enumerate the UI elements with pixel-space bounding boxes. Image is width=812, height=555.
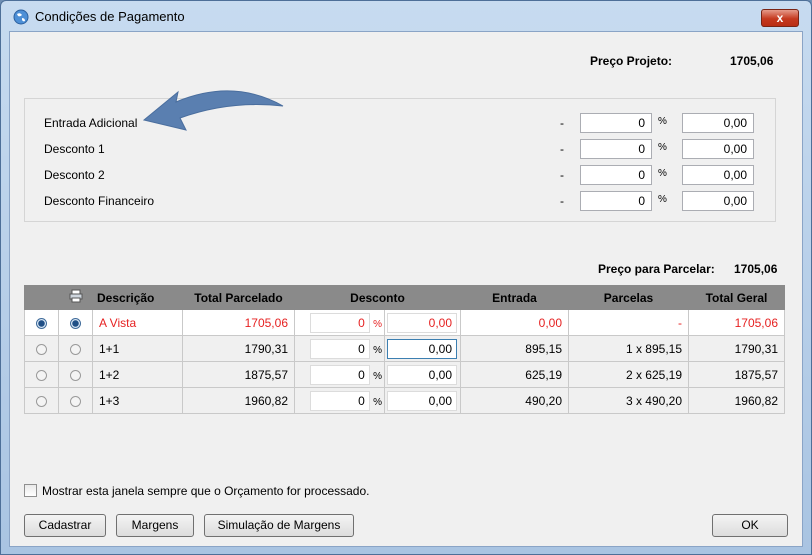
select-radio[interactable] (36, 317, 47, 329)
entrada-adicional-pct-input[interactable]: 0 (580, 113, 652, 133)
ok-button[interactable]: OK (712, 514, 788, 537)
select-radio[interactable] (36, 343, 47, 355)
col-total-parcelado: Total Parcelado (182, 285, 295, 310)
preco-projeto-value: 1705,06 (730, 54, 774, 68)
show-window-checkbox[interactable] (24, 484, 37, 497)
col-parcelas: Parcelas (568, 285, 689, 310)
col-entrada: Entrada (460, 285, 569, 310)
row-pct-sign: % (373, 370, 382, 382)
row-desc-value-input[interactable]: 0,00 (387, 312, 457, 333)
printer-icon (69, 289, 82, 303)
row-descricao: 1+1 (92, 335, 183, 362)
table-row[interactable]: 1+3 1960,82 0 % 0,00 490,20 3 x 490,20 1… (24, 387, 785, 414)
row-descricao: A Vista (92, 309, 183, 336)
row-parcelas: 1 x 895,15 (568, 335, 689, 362)
row-entrada: 895,15 (460, 335, 569, 362)
print-radio[interactable] (70, 395, 81, 407)
desconto-1-value-input[interactable]: 0,00 (682, 139, 754, 159)
entrada-adicional-value-input[interactable]: 0,00 (682, 113, 754, 133)
select-column-header (24, 285, 59, 310)
desconto-2-pct-sign: % (658, 168, 667, 179)
row-total-geral: 1790,31 (688, 335, 785, 362)
desconto-financeiro-dash: - (560, 194, 564, 208)
desconto-2-dash: - (560, 168, 564, 182)
margens-button[interactable]: Margens (116, 514, 194, 537)
row-desc-pct-input[interactable]: 0 (309, 364, 370, 385)
entrada-adicional-pct-sign: % (658, 116, 667, 127)
desconto-financeiro-pct-sign: % (658, 194, 667, 205)
window-title: Condições de Pagamento (35, 9, 185, 24)
print-radio[interactable] (70, 343, 81, 355)
grid-header-row: Descrição Total Parcelado Desconto Entra… (24, 285, 785, 310)
row-total-geral: 1960,82 (688, 387, 785, 414)
row-pct-sign: % (373, 318, 382, 330)
desconto-1-dash: - (560, 142, 564, 156)
select-radio[interactable] (36, 395, 47, 407)
preco-projeto-label: Preço Projeto: (590, 54, 673, 68)
select-radio[interactable] (36, 369, 47, 381)
row-desc-pct-input[interactable]: 0 (309, 312, 370, 333)
show-window-checkbox-label: Mostrar esta janela sempre que o Orçamen… (42, 484, 370, 498)
desconto-financeiro-label: Desconto Financeiro (44, 194, 155, 208)
col-desconto: Desconto (294, 285, 461, 310)
row-descricao: 1+2 (92, 361, 183, 388)
col-descricao: Descrição (92, 285, 183, 310)
close-icon: x (776, 11, 784, 25)
row-desc-pct-input[interactable]: 0 (309, 338, 370, 359)
close-button[interactable]: x (761, 9, 799, 27)
row-desc-value-input[interactable]: 0,00 (387, 364, 457, 385)
preco-parcelar-label: Preço para Parcelar: (598, 262, 715, 276)
dialog-window: Condições de Pagamento x Preço Projeto: … (0, 0, 812, 555)
row-parcelas: 3 x 490,20 (568, 387, 689, 414)
print-radio[interactable] (70, 369, 81, 381)
entrada-adicional-label: Entrada Adicional (44, 116, 138, 130)
row-entrada: 0,00 (460, 309, 569, 336)
row-entrada: 490,20 (460, 387, 569, 414)
desconto-2-label: Desconto 2 (44, 168, 105, 182)
table-row[interactable]: 1+2 1875,57 0 % 0,00 625,19 2 x 625,19 1… (24, 361, 785, 388)
simulacao-margens-button[interactable]: Simulação de Margens (204, 514, 354, 537)
preco-parcelar-value: 1705,06 (734, 262, 778, 276)
row-pct-sign: % (373, 344, 382, 356)
row-descricao: 1+3 (92, 387, 183, 414)
row-desc-value-input[interactable]: 0,00 (387, 338, 457, 359)
desconto-1-pct-input[interactable]: 0 (580, 139, 652, 159)
row-entrada: 625,19 (460, 361, 569, 388)
row-total-geral: 1705,06 (688, 309, 785, 336)
row-total-geral: 1875,57 (688, 361, 785, 388)
table-row[interactable]: A Vista 1705,06 0 % 0,00 0,00 - 1705,06 (24, 309, 785, 336)
pointer-arrow-icon (142, 90, 284, 131)
desconto-1-label: Desconto 1 (44, 142, 105, 156)
cadastrar-button[interactable]: Cadastrar (24, 514, 106, 537)
desconto-2-value-input[interactable]: 0,00 (682, 165, 754, 185)
payment-conditions-grid: Descrição Total Parcelado Desconto Entra… (24, 285, 785, 414)
dialog-client-area: Preço Projeto: 1705,06 Entrada Adicional… (9, 31, 803, 547)
title-bar[interactable]: Condições de Pagamento x (1, 1, 811, 31)
row-pct-sign: % (373, 396, 382, 408)
print-column-header (58, 285, 93, 310)
table-row[interactable]: 1+1 1790,31 0 % 0,00 895,15 1 x 895,15 1… (24, 335, 785, 362)
desconto-2-pct-input[interactable]: 0 (580, 165, 652, 185)
desconto-financeiro-pct-input[interactable]: 0 (580, 191, 652, 211)
row-total-parcelado: 1790,31 (182, 335, 295, 362)
row-desc-value-input[interactable]: 0,00 (387, 390, 457, 411)
row-total-parcelado: 1960,82 (182, 387, 295, 414)
entrada-adicional-dash: - (560, 116, 564, 130)
row-total-parcelado: 1705,06 (182, 309, 295, 336)
app-globe-icon (13, 9, 29, 25)
row-desc-pct-input[interactable]: 0 (309, 390, 370, 411)
desconto-financeiro-value-input[interactable]: 0,00 (682, 191, 754, 211)
desconto-1-pct-sign: % (658, 142, 667, 153)
row-total-parcelado: 1875,57 (182, 361, 295, 388)
print-radio[interactable] (70, 317, 81, 329)
col-total-geral: Total Geral (688, 285, 785, 310)
row-parcelas: - (568, 309, 689, 336)
row-parcelas: 2 x 625,19 (568, 361, 689, 388)
